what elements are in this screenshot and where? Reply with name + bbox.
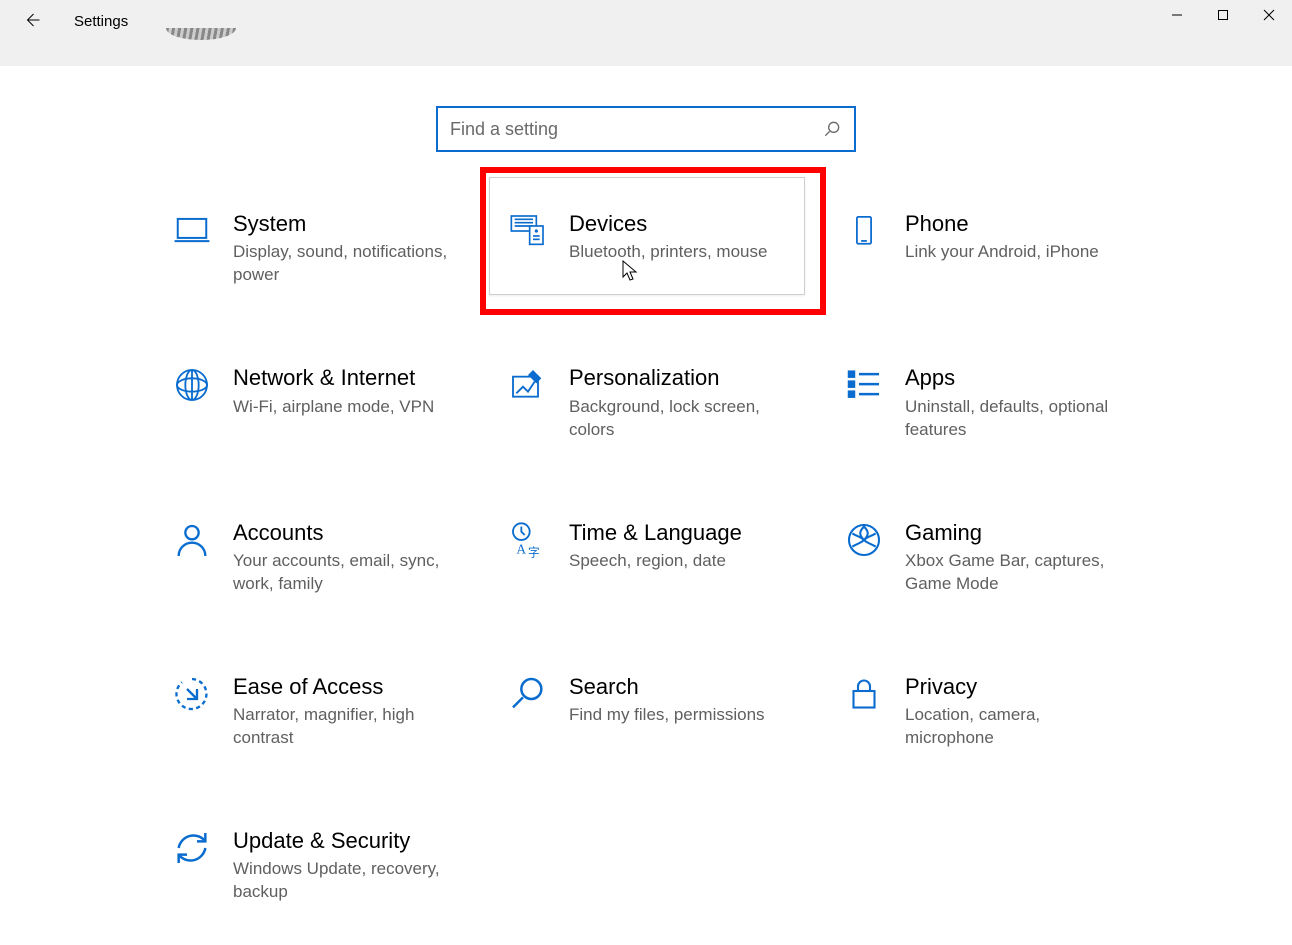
tile-search[interactable]: Search Find my files, permissions: [503, 670, 839, 754]
tile-title: Gaming: [905, 520, 1125, 546]
network-icon: [171, 365, 213, 407]
content-area: System Display, sound, notifications, po…: [0, 66, 1292, 908]
tile-subtitle: Narrator, magnifier, high contrast: [233, 704, 453, 750]
tile-subtitle: Wi-Fi, airplane mode, VPN: [233, 396, 434, 419]
tile-update-security[interactable]: Update & Security Windows Update, recove…: [167, 824, 503, 908]
window-title: Settings: [74, 11, 128, 30]
tile-subtitle: Location, camera, microphone: [905, 704, 1125, 750]
tile-subtitle: Xbox Game Bar, captures, Game Mode: [905, 550, 1125, 596]
minimize-button[interactable]: [1154, 0, 1200, 30]
tile-system[interactable]: System Display, sound, notifications, po…: [167, 207, 503, 291]
search-icon: [822, 119, 842, 139]
tile-title: System: [233, 211, 453, 237]
update-security-icon: [171, 828, 213, 870]
tile-accounts[interactable]: Accounts Your accounts, email, sync, wor…: [167, 516, 503, 600]
tile-subtitle: Your accounts, email, sync, work, family: [233, 550, 453, 596]
devices-icon: [507, 211, 549, 253]
tile-subtitle: Display, sound, notifications, power: [233, 241, 453, 287]
tile-devices[interactable]: Devices Bluetooth, printers, mouse: [503, 207, 839, 291]
search-box[interactable]: [436, 106, 856, 152]
tile-title: Network & Internet: [233, 365, 434, 391]
tile-title: Apps: [905, 365, 1125, 391]
tile-title: Search: [569, 674, 765, 700]
personalization-icon: [507, 365, 549, 407]
back-button[interactable]: [20, 8, 44, 32]
tile-title: Privacy: [905, 674, 1125, 700]
time-language-icon: A 字: [507, 520, 549, 562]
tile-ease-of-access[interactable]: Ease of Access Narrator, magnifier, high…: [167, 670, 503, 754]
tile-personalization[interactable]: Personalization Background, lock screen,…: [503, 361, 839, 445]
tile-subtitle: Find my files, permissions: [569, 704, 765, 727]
svg-text:A: A: [516, 541, 526, 556]
gaming-icon: [843, 520, 885, 562]
tile-title: Devices: [569, 211, 767, 237]
tile-title: Time & Language: [569, 520, 742, 546]
titlebar: Settings: [0, 0, 1292, 66]
close-button[interactable]: [1246, 0, 1292, 30]
settings-grid: System Display, sound, notifications, po…: [167, 207, 1175, 908]
privacy-icon: [843, 674, 885, 716]
tile-title: Ease of Access: [233, 674, 453, 700]
apps-icon: [843, 365, 885, 407]
search-category-icon: [507, 674, 549, 716]
tile-time-language[interactable]: A 字 Time & Language Speech, region, date: [503, 516, 839, 600]
search-input[interactable]: [450, 119, 822, 140]
tile-subtitle: Link your Android, iPhone: [905, 241, 1099, 264]
avatar-fragment: [166, 28, 236, 40]
tile-subtitle: Windows Update, recovery, backup: [233, 858, 453, 904]
tile-title: Update & Security: [233, 828, 453, 854]
ease-of-access-icon: [171, 674, 213, 716]
tile-subtitle: Background, lock screen, colors: [569, 396, 789, 442]
tile-subtitle: Bluetooth, printers, mouse: [569, 241, 767, 264]
tile-network[interactable]: Network & Internet Wi-Fi, airplane mode,…: [167, 361, 503, 445]
maximize-button[interactable]: [1200, 0, 1246, 30]
phone-icon: [843, 211, 885, 253]
tile-gaming[interactable]: Gaming Xbox Game Bar, captures, Game Mod…: [839, 516, 1175, 600]
accounts-icon: [171, 520, 213, 562]
tile-phone[interactable]: Phone Link your Android, iPhone: [839, 207, 1175, 291]
system-icon: [171, 211, 213, 253]
tile-title: Accounts: [233, 520, 453, 546]
tile-privacy[interactable]: Privacy Location, camera, microphone: [839, 670, 1175, 754]
tile-title: Phone: [905, 211, 1099, 237]
tile-subtitle: Speech, region, date: [569, 550, 742, 573]
tile-title: Personalization: [569, 365, 789, 391]
tile-subtitle: Uninstall, defaults, optional features: [905, 396, 1125, 442]
svg-text:字: 字: [528, 545, 540, 559]
tile-apps[interactable]: Apps Uninstall, defaults, optional featu…: [839, 361, 1175, 445]
